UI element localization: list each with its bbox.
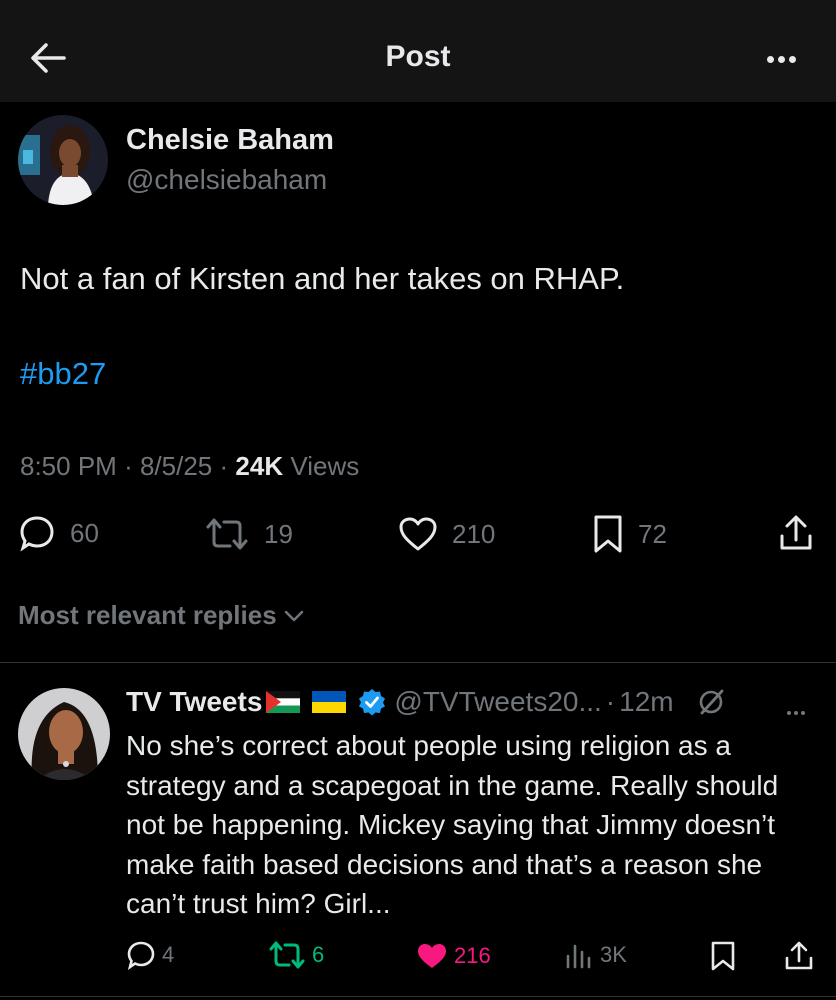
reply-views-count: 3K xyxy=(600,942,627,967)
bookmark-icon xyxy=(711,941,735,971)
reply-more-options-button[interactable] xyxy=(784,702,805,720)
reply-repost-button[interactable]: 6 xyxy=(268,940,324,970)
top-bar: Post xyxy=(0,0,836,102)
author-name[interactable]: Chelsie Baham xyxy=(126,124,334,157)
dot-icon xyxy=(801,711,805,715)
meta-separator: · xyxy=(124,451,133,481)
bookmark-icon xyxy=(594,515,622,553)
reply-author-handle[interactable]: @TVTweets20... xyxy=(394,686,601,718)
dot-icon xyxy=(789,56,796,63)
sort-label: Most relevant replies xyxy=(18,600,277,630)
reply-header: TV Tweets @TVTweets20... · 12m xyxy=(126,684,726,720)
bookmark-count: 72 xyxy=(638,518,667,549)
dot-icon xyxy=(778,56,785,63)
hashtag-link[interactable]: #bb27 xyxy=(20,356,106,392)
reply-repost-count: 6 xyxy=(312,942,325,967)
dot-icon xyxy=(787,711,791,715)
post-date: 8/5/25 xyxy=(139,451,213,481)
section-divider xyxy=(0,662,836,663)
comment-icon xyxy=(127,941,155,970)
chevron-down-icon xyxy=(284,610,303,621)
author-handle[interactable]: @chelsiebaham xyxy=(126,164,327,196)
reply-comment-count: 4 xyxy=(162,942,175,967)
reply-author-avatar[interactable] xyxy=(18,688,110,780)
share-icon xyxy=(780,515,812,550)
reply-bookmark-button[interactable] xyxy=(710,940,736,972)
reply-text: No she’s correct about people using reli… xyxy=(126,730,779,920)
reply-separator: · xyxy=(605,686,616,717)
ukraine-flag-icon xyxy=(312,691,347,713)
views-label: Views xyxy=(290,451,360,481)
reply-share-button[interactable] xyxy=(784,940,814,972)
reply-time: 12m xyxy=(619,686,674,717)
reply-comment-button[interactable]: 4 xyxy=(126,940,174,970)
like-button[interactable]: 210 xyxy=(398,516,495,552)
share-icon xyxy=(785,941,813,970)
author-avatar[interactable] xyxy=(18,115,108,205)
reply-like-button[interactable]: 216 xyxy=(416,942,491,970)
repost-button[interactable]: 19 xyxy=(204,516,293,552)
reply-like-count: 216 xyxy=(454,943,491,968)
repost-icon xyxy=(206,518,248,550)
share-button[interactable] xyxy=(778,514,814,554)
meta-separator: · xyxy=(219,451,229,481)
comment-icon xyxy=(20,516,54,552)
like-count: 210 xyxy=(452,518,496,549)
repost-icon xyxy=(269,941,305,969)
verified-badge-icon xyxy=(359,689,386,716)
replies-sort-dropdown[interactable]: Most relevant replies xyxy=(18,600,307,631)
heart-filled-icon xyxy=(418,944,446,968)
reply-count: 60 xyxy=(70,517,99,548)
repost-count: 19 xyxy=(264,518,293,549)
dot-icon xyxy=(794,711,798,715)
more-options-button[interactable] xyxy=(763,50,796,68)
post-time: 8:50 PM xyxy=(20,451,117,481)
bottom-divider xyxy=(0,996,836,997)
analytics-icon xyxy=(566,944,591,969)
reply-author-name[interactable]: TV Tweets xyxy=(126,686,262,718)
reply-button[interactable]: 60 xyxy=(18,514,99,552)
views-count: 24K xyxy=(235,451,284,481)
post-text: Not a fan of Kirsten and her takes on RH… xyxy=(20,261,625,296)
page-title: Post xyxy=(385,40,451,73)
reply-views-button[interactable]: 3K xyxy=(564,940,627,970)
bookmark-button[interactable]: 72 xyxy=(592,514,667,554)
dot-icon xyxy=(767,56,774,63)
heart-icon xyxy=(399,517,437,551)
post-meta: 8:50 PM · 8/5/25 · 24K Views xyxy=(20,451,359,482)
palestine-flag-icon xyxy=(266,691,301,713)
grok-icon[interactable] xyxy=(696,687,726,717)
